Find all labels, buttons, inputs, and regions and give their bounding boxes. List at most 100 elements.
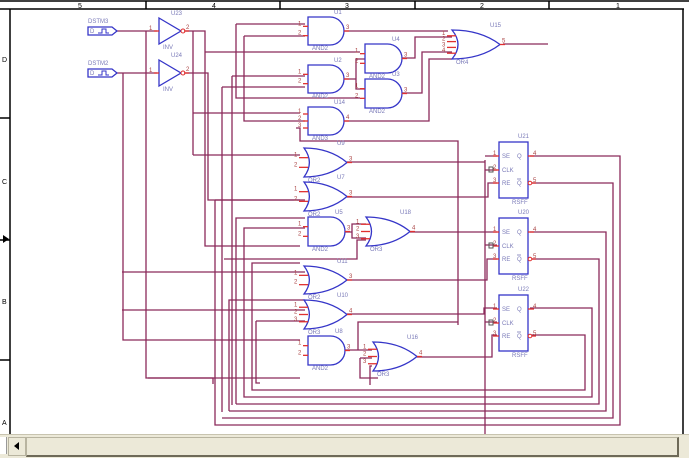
scroll-left-arrow-icon[interactable] bbox=[8, 437, 26, 456]
and-gate-body bbox=[307, 16, 345, 46]
part-reference: U2 bbox=[334, 58, 342, 64]
part-reference: U8 bbox=[335, 329, 343, 335]
pin-label-q: Q bbox=[517, 154, 522, 160]
pin-label-se: SE bbox=[502, 230, 510, 236]
or-gate-body bbox=[302, 265, 349, 295]
column-label: 2 bbox=[480, 3, 484, 10]
row-label: B bbox=[2, 299, 7, 306]
pin-number: 4 bbox=[419, 351, 423, 357]
pin-number: 3 bbox=[294, 317, 298, 323]
part-type: OR3 bbox=[308, 330, 321, 336]
svg-text:4: 4 bbox=[533, 304, 537, 310]
gate-u16[interactable]: 1234U16OR3 bbox=[363, 335, 423, 378]
stimulus-dstm3[interactable]: DSTM3 D bbox=[87, 19, 119, 36]
pin-number: 3 bbox=[298, 123, 302, 129]
scrollbar-corner bbox=[0, 437, 7, 454]
pin-label-q: Q bbox=[517, 307, 522, 313]
pin-label-re: RE bbox=[502, 257, 510, 263]
pin-label-qbar: Q bbox=[517, 181, 522, 187]
flip-flop-u22[interactable]: 1 SE2 CLK3 REQQ45U22RSFF bbox=[488, 287, 537, 359]
pin-number: 2 bbox=[298, 79, 302, 85]
or-gate-body bbox=[302, 181, 349, 212]
gate-u1[interactable]: 123U1AND2 bbox=[298, 10, 350, 52]
and-gate-body bbox=[364, 78, 403, 109]
part-reference: U15 bbox=[490, 23, 502, 29]
or-gate-body bbox=[302, 299, 349, 330]
part-reference: U24 bbox=[171, 53, 183, 59]
or-gate-body bbox=[364, 216, 412, 247]
part-reference: U4 bbox=[392, 37, 400, 43]
pin-number: 2 bbox=[294, 162, 298, 168]
gate-u10[interactable]: 1234U10OR3 bbox=[294, 293, 353, 336]
pin-number: 1 bbox=[298, 69, 302, 75]
stimulus-dstm2[interactable]: DSTM2 D bbox=[87, 61, 119, 78]
part-reference: U10 bbox=[337, 293, 349, 299]
part-type: OR3 bbox=[377, 372, 390, 378]
gate-u5[interactable]: 1 2 3 U5 AND2 bbox=[298, 210, 351, 253]
pin-number: 3 bbox=[346, 25, 350, 31]
gate-u2[interactable]: 1 2 3 U2 AND2 bbox=[298, 58, 350, 100]
pin-number: 2 bbox=[186, 67, 190, 73]
pin-number: 2 bbox=[294, 196, 298, 202]
and-gate-body bbox=[307, 106, 345, 136]
part-type: OR3 bbox=[370, 247, 383, 253]
pin-label-q: Q bbox=[517, 230, 522, 236]
pin-number: 4 bbox=[412, 226, 416, 232]
row-label: D bbox=[2, 57, 7, 64]
part-reference: U5 bbox=[335, 210, 343, 216]
part-type: RSFF bbox=[512, 353, 528, 359]
inv-gate-body bbox=[158, 58, 183, 88]
part-type: AND2 bbox=[312, 94, 329, 100]
part-reference: U23 bbox=[171, 11, 183, 17]
row-label: C bbox=[2, 179, 7, 186]
stimulus-pin: D bbox=[90, 71, 95, 77]
svg-text:5: 5 bbox=[533, 331, 537, 337]
pin-number: 2 bbox=[356, 227, 360, 233]
pin-number: 1 bbox=[298, 341, 302, 347]
pin-number: 2 bbox=[294, 280, 298, 286]
part-type: AND2 bbox=[312, 366, 329, 372]
horizontal-scrollbar[interactable] bbox=[0, 434, 689, 458]
part-type: OR4 bbox=[456, 60, 469, 66]
stimulus-pin: D bbox=[90, 29, 95, 35]
column-label: 1 bbox=[616, 3, 620, 10]
flip-flop-u20[interactable]: 1 SE2 CLK3 REQQ45U20RSFF bbox=[488, 210, 537, 282]
and-gate-body bbox=[307, 64, 345, 94]
part-type: INV bbox=[163, 45, 173, 51]
gate-u7[interactable]: 123U7OR2 bbox=[294, 175, 353, 218]
gate-u14[interactable]: 1234U14AND3 bbox=[298, 100, 350, 142]
gate-u24[interactable]: 1 2U24INV bbox=[149, 53, 190, 93]
gate-u23[interactable]: 1 2U23INV bbox=[149, 11, 190, 51]
part-reference: U22 bbox=[518, 287, 530, 293]
pin-label-qbar: Q bbox=[517, 257, 522, 263]
part-reference: U1 bbox=[334, 10, 342, 16]
part-type: AND2 bbox=[369, 109, 386, 115]
pin-label-clk: CLK bbox=[502, 321, 514, 327]
pin-number: 1 bbox=[294, 270, 298, 276]
part-reference: U7 bbox=[337, 175, 345, 181]
gate-u3[interactable]: 123U3AND2 bbox=[355, 72, 408, 115]
stimulus-ref: DSTM2 bbox=[88, 61, 109, 67]
flip-flop-u21[interactable]: 1 SE2 CLK3 REQQ45U21RSFF bbox=[488, 134, 537, 206]
part-reference: U14 bbox=[334, 100, 346, 106]
part-type: RSFF bbox=[512, 200, 528, 206]
part-reference: U20 bbox=[518, 210, 530, 216]
or-gate-body bbox=[302, 147, 349, 178]
pin-number: 2 bbox=[298, 231, 302, 237]
column-label: 5 bbox=[78, 3, 82, 10]
gate-u18[interactable]: 1234U18OR3 bbox=[356, 210, 416, 253]
and-gate-body bbox=[307, 216, 346, 247]
row-label: A bbox=[2, 420, 7, 427]
schematic-canvas[interactable]: 5 4 3 2 1 D C B A DSTM3 D DSTM2 D 1 2U23… bbox=[0, 0, 689, 434]
pin-number: 3 bbox=[349, 191, 353, 197]
pin-number: 4 bbox=[442, 48, 446, 54]
gate-u15[interactable]: 12345U15OR4 bbox=[442, 23, 506, 66]
gate-u8[interactable]: 123U8AND2 bbox=[298, 329, 351, 372]
row-marker-icon bbox=[3, 235, 9, 243]
pin-label-re: RE bbox=[502, 334, 510, 340]
scrollbar-thumb[interactable] bbox=[26, 437, 679, 457]
part-type: RSFF bbox=[512, 276, 528, 282]
or-gate-body bbox=[450, 29, 502, 60]
pin-label-clk: CLK bbox=[502, 244, 514, 250]
pin-number: 1 bbox=[294, 187, 298, 193]
